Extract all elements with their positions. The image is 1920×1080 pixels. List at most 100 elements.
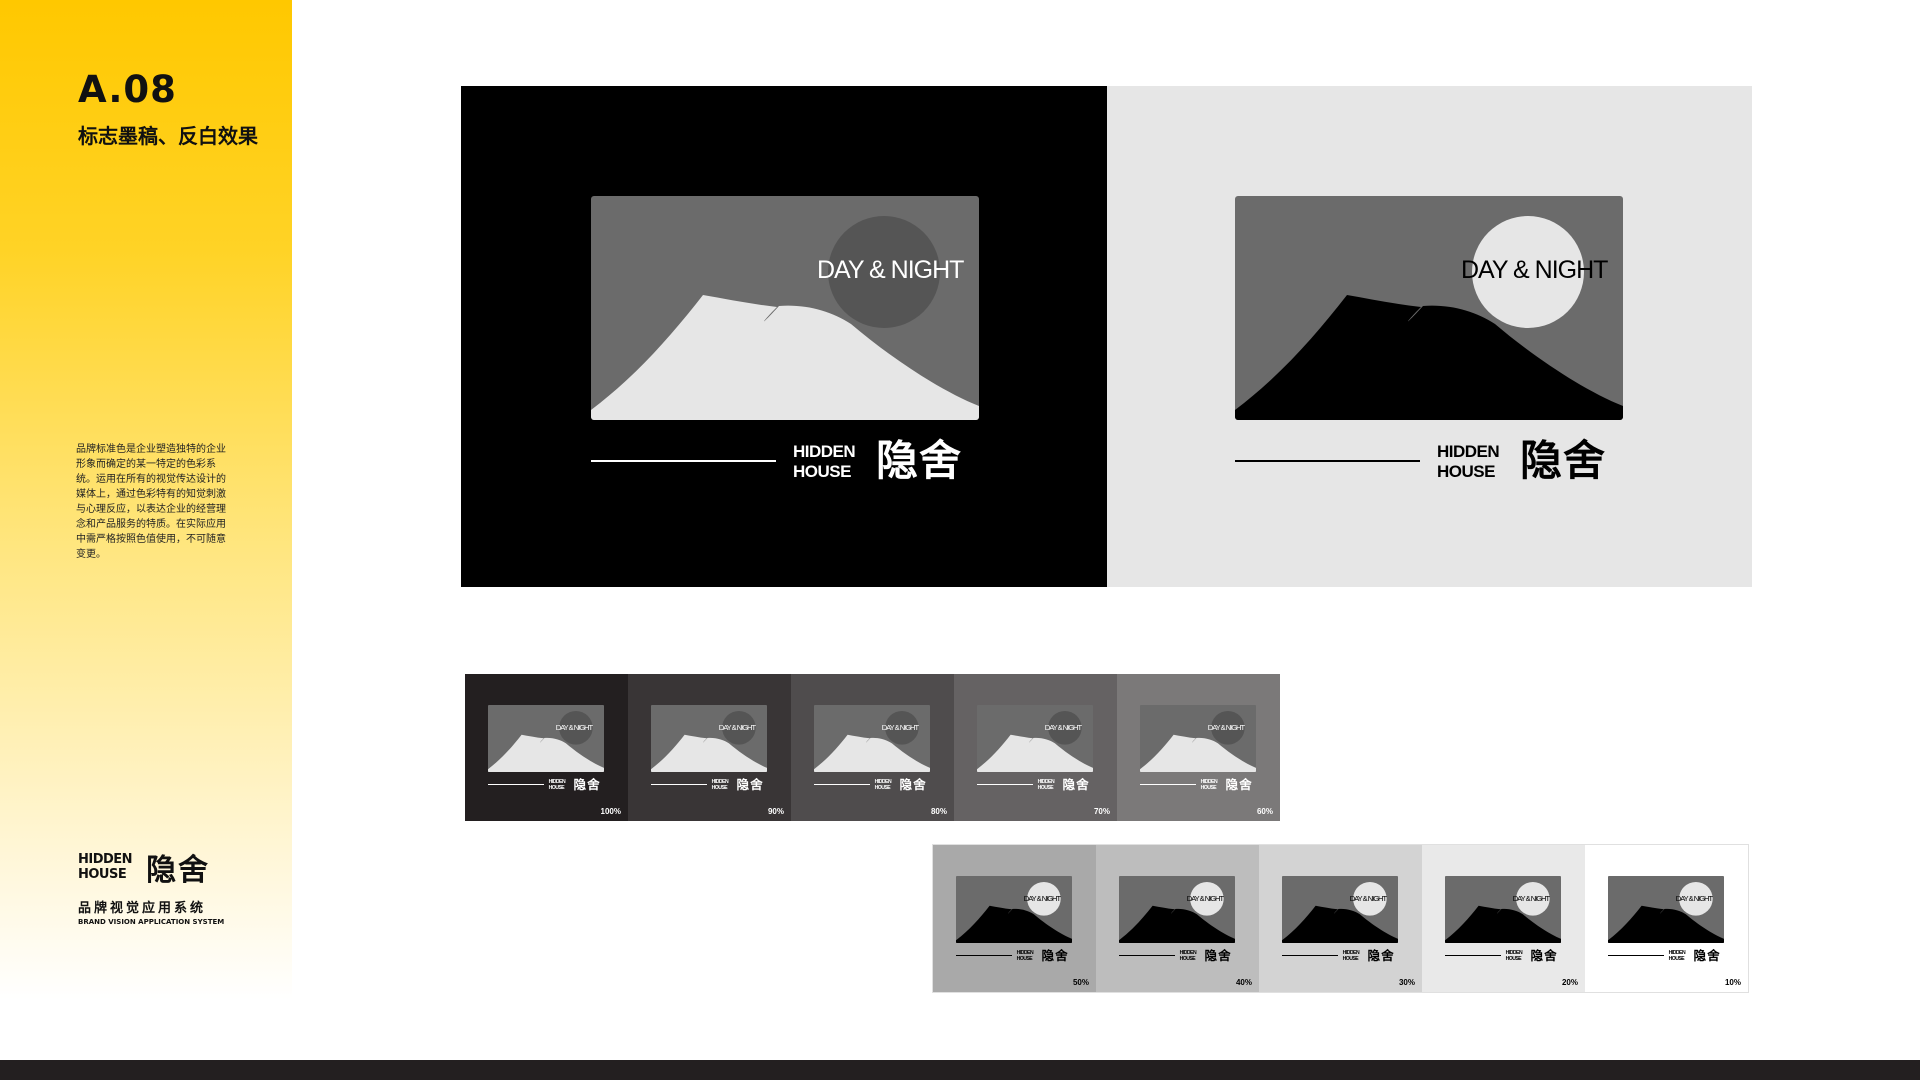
section-number: A.08 xyxy=(78,68,177,111)
logo-divider xyxy=(814,784,870,786)
logo-illustration xyxy=(651,705,768,773)
logo-tagline: DAY & NIGHT xyxy=(1207,723,1245,732)
logo-name-en: HIDDEN HOUSE xyxy=(1016,949,1034,962)
logo-tagline: DAY & NIGHT xyxy=(1461,256,1608,284)
tint-logo: DAY & NIGHT HIDDEN HOUSE 隐舍 xyxy=(1608,876,1725,963)
logo-tagline: DAY & NIGHT xyxy=(1186,894,1224,903)
logo-name-en: HIDDEN HOUSE xyxy=(1437,442,1500,481)
logo-divider xyxy=(1282,955,1338,957)
tint-swatch: DAY & NIGHT HIDDEN HOUSE 隐舍 20% xyxy=(1422,845,1585,992)
logo-tagline: DAY & NIGHT xyxy=(881,723,919,732)
logo-divider xyxy=(651,784,707,786)
logo-illustration xyxy=(1235,196,1623,420)
logo-divider xyxy=(956,955,1012,957)
logo-divider xyxy=(1119,955,1175,957)
tint-logo: DAY & NIGHT HIDDEN HOUSE 隐舍 xyxy=(1119,876,1236,963)
reverse-logo-panel: DAY & NIGHT HIDDEN HOUSE 隐舍 xyxy=(461,86,1107,587)
tint-swatch: DAY & NIGHT HIDDEN HOUSE 隐舍 60% xyxy=(1117,674,1280,821)
logo-divider xyxy=(591,460,776,462)
logo-illustration xyxy=(1608,876,1725,944)
tint-logo: DAY & NIGHT HIDDEN HOUSE 隐舍 xyxy=(1445,876,1562,963)
logo-name-cn: 隐舍 xyxy=(736,776,764,792)
logo-name-en: HIDDEN HOUSE xyxy=(1179,949,1197,962)
logo-name-cn: 隐舍 xyxy=(1367,947,1395,963)
logo-illustration xyxy=(1282,876,1399,944)
logo-illustration xyxy=(591,196,979,420)
tint-logo: DAY & NIGHT HIDDEN HOUSE 隐舍 xyxy=(956,876,1073,963)
logo-divider xyxy=(1608,955,1664,957)
tint-percentage: 80% xyxy=(930,807,947,816)
logo-name-cn: 隐舍 xyxy=(1530,947,1558,963)
logo-name-en: HIDDEN HOUSE xyxy=(548,778,566,791)
logo-name-en: HIDDEN HOUSE xyxy=(1200,778,1218,791)
logo-tagline: DAY & NIGHT xyxy=(555,723,593,732)
logo-name-cn: 隐舍 xyxy=(1204,947,1232,963)
tint-swatch: DAY & NIGHT HIDDEN HOUSE 隐舍 80% xyxy=(791,674,954,821)
tint-row-light: DAY & NIGHT HIDDEN HOUSE 隐舍 50% DAY & NIGHT HI… xyxy=(932,844,1749,993)
logo-name-en: HIDDEN HOUSE xyxy=(1505,949,1523,962)
logo-illustration xyxy=(1119,876,1236,944)
logo-tagline: DAY & NIGHT xyxy=(1675,894,1713,903)
logo-tagline: DAY & NIGHT xyxy=(1512,894,1550,903)
logo-illustration xyxy=(488,705,605,773)
brand-name-cn: 隐舍 xyxy=(146,853,211,888)
logo-divider xyxy=(1445,955,1501,957)
logo-tagline: DAY & NIGHT xyxy=(1023,894,1061,903)
logo-tagline: DAY & NIGHT xyxy=(1044,723,1082,732)
logo-name-en: HIDDEN HOUSE xyxy=(711,778,729,791)
tint-row-dark: DAY & NIGHT HIDDEN HOUSE 隐舍 100% DAY & NIGHT H… xyxy=(465,674,1280,821)
logo-reverse: DAY & NIGHT HIDDEN HOUSE 隐舍 xyxy=(591,196,979,486)
tint-logo: DAY & NIGHT HIDDEN HOUSE 隐舍 xyxy=(977,705,1094,792)
brand-logo: HIDDEN HOUSE 隐舍 xyxy=(78,845,210,889)
logo-name-cn: 隐舍 xyxy=(1225,776,1253,792)
logo-divider xyxy=(1235,460,1420,462)
tint-percentage: 30% xyxy=(1398,978,1415,987)
logo-illustration xyxy=(977,705,1094,773)
tint-logo: DAY & NIGHT HIDDEN HOUSE 隐舍 xyxy=(651,705,768,792)
logo-tagline: DAY & NIGHT xyxy=(718,723,756,732)
logo-name-en: HIDDEN HOUSE xyxy=(1342,949,1360,962)
logo-illustration xyxy=(956,876,1073,944)
brand-name-en: HIDDEN HOUSE xyxy=(78,852,133,882)
tint-logo: DAY & NIGHT HIDDEN HOUSE 隐舍 xyxy=(1140,705,1257,792)
logo-name-en: HIDDEN HOUSE xyxy=(874,778,892,791)
logo-name-en: HIDDEN HOUSE xyxy=(1668,949,1686,962)
logo-name-en: HIDDEN HOUSE xyxy=(793,442,856,481)
tint-percentage: 90% xyxy=(767,807,784,816)
tint-swatch: DAY & NIGHT HIDDEN HOUSE 隐舍 70% xyxy=(954,674,1117,821)
tint-swatch: DAY & NIGHT HIDDEN HOUSE 隐舍 30% xyxy=(1259,845,1422,992)
tint-percentage: 50% xyxy=(1072,978,1089,987)
logo-illustration xyxy=(814,705,931,773)
ink-logo-panel: DAY & NIGHT HIDDEN HOUSE 隐舍 xyxy=(1107,86,1752,587)
logo-name-cn: 隐舍 xyxy=(876,436,963,485)
tint-percentage: 100% xyxy=(600,807,621,816)
tint-percentage: 70% xyxy=(1093,807,1110,816)
logo-name-cn: 隐舍 xyxy=(899,776,927,792)
tint-logo: DAY & NIGHT HIDDEN HOUSE 隐舍 xyxy=(814,705,931,792)
tint-percentage: 60% xyxy=(1256,807,1273,816)
logo-tagline: DAY & NIGHT xyxy=(817,256,964,284)
logo-name-en: HIDDEN HOUSE xyxy=(1037,778,1055,791)
logo-name-cn: 隐舍 xyxy=(1041,947,1069,963)
brand-system-title: 品牌视觉应用系统 xyxy=(78,901,207,916)
logo-name-cn: 隐舍 xyxy=(1062,776,1090,792)
logo-name-cn: 隐舍 xyxy=(573,776,601,792)
logo-divider xyxy=(1140,784,1196,786)
tint-percentage: 20% xyxy=(1561,978,1578,987)
logo-divider xyxy=(488,784,544,786)
sidebar: A.08 标志墨稿、反白效果 品牌标准色是企业塑造独特的企业形象而确定的某一特定… xyxy=(0,0,292,1000)
footer-bar xyxy=(0,1060,1920,1080)
logo-illustration xyxy=(1445,876,1562,944)
tint-logo: DAY & NIGHT HIDDEN HOUSE 隐舍 xyxy=(1282,876,1399,963)
section-title: 标志墨稿、反白效果 xyxy=(78,124,258,148)
logo-name-cn: 隐舍 xyxy=(1520,436,1607,485)
logo-divider xyxy=(977,784,1033,786)
tint-percentage: 40% xyxy=(1235,978,1252,987)
logo-ink: DAY & NIGHT HIDDEN HOUSE 隐舍 xyxy=(1235,196,1623,486)
brand-system-subtitle: BRAND VISION APPLICATION SYSTEM xyxy=(78,918,225,926)
logo-illustration xyxy=(1140,705,1257,773)
logo-tagline: DAY & NIGHT xyxy=(1349,894,1387,903)
tint-logo: DAY & NIGHT HIDDEN HOUSE 隐舍 xyxy=(488,705,605,792)
tint-swatch: DAY & NIGHT HIDDEN HOUSE 隐舍 100% xyxy=(465,674,628,821)
tint-swatch: DAY & NIGHT HIDDEN HOUSE 隐舍 10% xyxy=(1585,845,1748,992)
